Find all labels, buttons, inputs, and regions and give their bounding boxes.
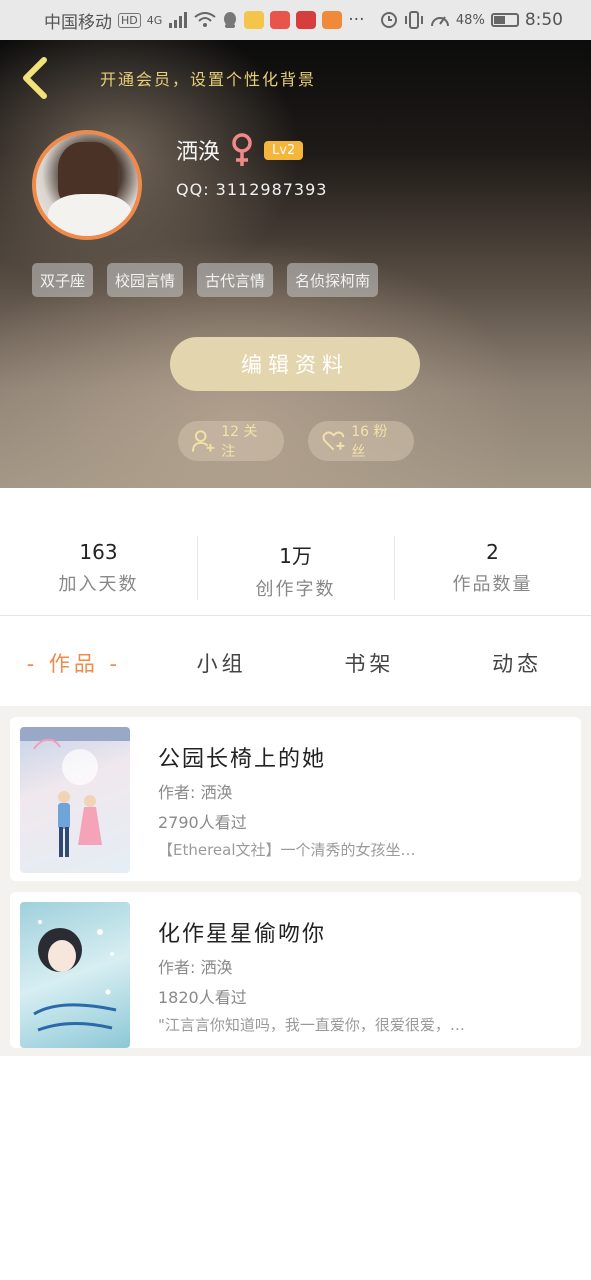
- stat-value: 163: [79, 540, 118, 564]
- tab-bar: - 作品 - 小组 书架 动态: [0, 630, 591, 696]
- app-icon-d: [322, 11, 343, 29]
- work-author: 作者: 洒涣: [158, 783, 233, 802]
- carrier-label: 中国移动: [44, 12, 112, 33]
- clock: 8:50: [524, 10, 563, 30]
- alarm-icon: [380, 12, 397, 28]
- following-button[interactable]: 12 关注: [178, 421, 284, 461]
- stat-label: 作品数量: [452, 574, 533, 595]
- stat-works: 2 作品数量: [394, 528, 591, 615]
- tab-activity[interactable]: 动态: [443, 648, 591, 678]
- signal-icon: [169, 12, 188, 28]
- tag-item: 名侦探柯南: [287, 263, 379, 297]
- work-views: 1820人看过: [158, 988, 247, 1007]
- female-icon: [232, 133, 252, 166]
- work-description: 【Ethereal文社】一个清秀的女孩坐…: [158, 841, 416, 859]
- back-button[interactable]: [18, 56, 54, 100]
- cover-illustration: [20, 727, 130, 857]
- work-card[interactable]: 化作星星偷吻你 作者: 洒涣 1820人看过 "江言言你知道吗，我一直爱你，很爱…: [10, 892, 581, 1048]
- tag-item: 双子座: [32, 263, 94, 297]
- tab-groups[interactable]: 小组: [148, 648, 296, 678]
- app-icon-a: [244, 11, 265, 29]
- work-description: "江言言你知道吗，我一直爱你，很爱很爱，…: [158, 1016, 465, 1034]
- stat-days: 163 加入天数: [0, 528, 197, 615]
- network-label: 4G: [146, 13, 163, 27]
- battery-percent: 48%: [455, 12, 485, 28]
- edit-profile-button[interactable]: 编辑资料: [170, 337, 420, 391]
- add-user-icon: [192, 430, 215, 452]
- stat-value: 1万: [279, 544, 312, 568]
- cover-illustration: [33, 920, 117, 1032]
- work-author: 作者: 洒涣: [158, 958, 233, 977]
- qq-icon: [224, 12, 237, 28]
- app-icon-b: [270, 11, 291, 29]
- vibrate-icon: [404, 11, 423, 29]
- app-icon-c: [296, 11, 317, 29]
- fans-button[interactable]: 16 粉丝: [308, 421, 414, 461]
- work-card[interactable]: 公园长椅上的她 作者: 洒涣 2790人看过 【Ethereal文社】一个清秀的…: [10, 717, 581, 881]
- tag-item: 古代言情: [197, 263, 274, 297]
- stat-words: 1万 创作字数: [197, 528, 394, 615]
- profile-header: 开通会员，设置个性化背景 洒涣 Lv2 QQ: 3112987393 双子座 校…: [0, 40, 591, 488]
- following-label: 12 关注: [221, 424, 258, 460]
- status-bar: 中国移动 HD 4G ··· 48% 8:50: [0, 0, 591, 40]
- tag-item: 校园言情: [107, 263, 184, 297]
- stat-label: 创作字数: [255, 579, 336, 600]
- tag-list: 双子座 校园言情 古代言情 名侦探柯南: [32, 263, 379, 297]
- wifi-icon: [194, 12, 216, 27]
- tab-bookshelf[interactable]: 书架: [296, 648, 444, 678]
- battery-icon: [490, 13, 519, 27]
- hd-badge: HD: [118, 12, 141, 28]
- status-left: 中国移动 HD 4G ···: [44, 8, 365, 33]
- vip-background-link[interactable]: 开通会员，设置个性化背景: [100, 66, 316, 90]
- fans-label: 16 粉丝: [351, 424, 388, 460]
- book-cover: [20, 727, 130, 873]
- speed-icon: [430, 16, 449, 27]
- avatar[interactable]: [32, 130, 142, 240]
- level-badge: Lv2: [264, 140, 304, 160]
- stat-value: 2: [486, 540, 499, 564]
- chevron-left-icon: [23, 57, 47, 99]
- work-title: 化作星星偷吻你: [158, 922, 327, 947]
- work-views: 2790人看过: [158, 813, 247, 832]
- follow-row: 12 关注 16 粉丝: [178, 421, 414, 461]
- user-name: 洒涣: [176, 140, 221, 165]
- name-row: 洒涣 Lv2: [176, 132, 304, 168]
- tab-works[interactable]: - 作品 -: [0, 648, 148, 678]
- book-cover: [20, 902, 130, 1048]
- heart-plus-icon: [322, 431, 345, 451]
- qq-number: QQ: 3112987393: [176, 180, 328, 199]
- stats-row: 163 加入天数 1万 创作字数 2 作品数量: [0, 528, 591, 616]
- work-title: 公园长椅上的她: [158, 747, 327, 772]
- status-right: 48% 8:50: [380, 10, 563, 30]
- more-notifications: ···: [348, 10, 365, 30]
- stat-label: 加入天数: [58, 574, 139, 595]
